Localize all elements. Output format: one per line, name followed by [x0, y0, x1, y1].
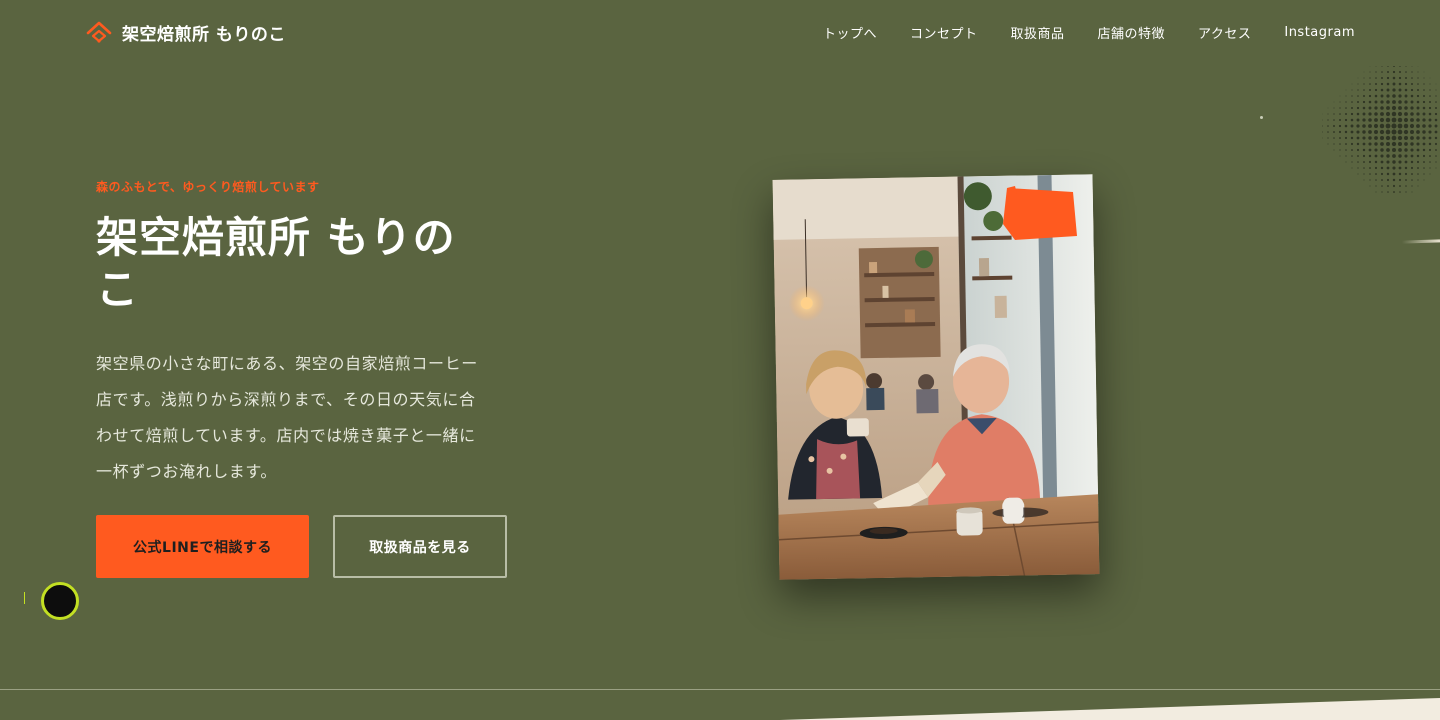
hero-description-line: 店です。浅煎りから深煎りまで、その日の天気に合 [96, 390, 476, 409]
site-header: 架空焙煎所 もりのこ トップへ コンセプト 取扱商品 店舗の特徴 アクセス In… [0, 0, 1440, 64]
nav-item-access[interactable]: アクセス [1198, 23, 1251, 42]
halftone-decoration [1322, 66, 1440, 196]
site-logo-text: 架空焙煎所 もりのこ [122, 24, 286, 45]
view-products-button[interactable]: 取扱商品を見る [333, 515, 507, 578]
bottom-wave-shape [780, 698, 1440, 720]
nav-item-products[interactable]: 取扱商品 [1010, 23, 1064, 42]
main-nav: トップへ コンセプト 取扱商品 店舗の特徴 アクセス Instagram [823, 20, 1355, 44]
hero-description-line: 架空県の小さな町にある、架空の自家焙煎コーヒー [96, 354, 478, 373]
line-consult-button[interactable]: 公式LINEで相談する [96, 515, 309, 578]
hero-description-line: わせて焙煎しています。店内では焼き菓子と一緒に [96, 426, 476, 445]
hero-title-line1: 架空焙煎所 もりの [96, 213, 456, 262]
hero-eyebrow: 森のふもとで、ゆっくり焙煎しています [96, 180, 320, 194]
hero-description-line: 一杯ずつお淹れします。 [96, 462, 278, 481]
nav-item-concept[interactable]: コンセプト [910, 23, 978, 42]
nav-item-instagram[interactable]: Instagram [1284, 25, 1355, 40]
house-roof-icon [86, 21, 112, 43]
orange-tape-sticker [1003, 186, 1077, 240]
decor-dot [1260, 116, 1263, 119]
hero-title-line2: こ [96, 265, 140, 314]
cursor-tick [24, 592, 25, 604]
custom-cursor [41, 582, 79, 620]
hero-description: 架空県の小さな町にある、架空の自家焙煎コーヒー 店です。浅煎りから深煎りまで、そ… [96, 346, 521, 490]
nav-item-top[interactable]: トップへ [823, 23, 877, 42]
site-logo[interactable]: 架空焙煎所 もりのこ [86, 19, 286, 45]
hero-title: 架空焙煎所 もりの こ [96, 212, 496, 316]
nav-item-features[interactable]: 店舗の特徴 [1097, 23, 1165, 42]
decor-streak [1401, 239, 1440, 244]
